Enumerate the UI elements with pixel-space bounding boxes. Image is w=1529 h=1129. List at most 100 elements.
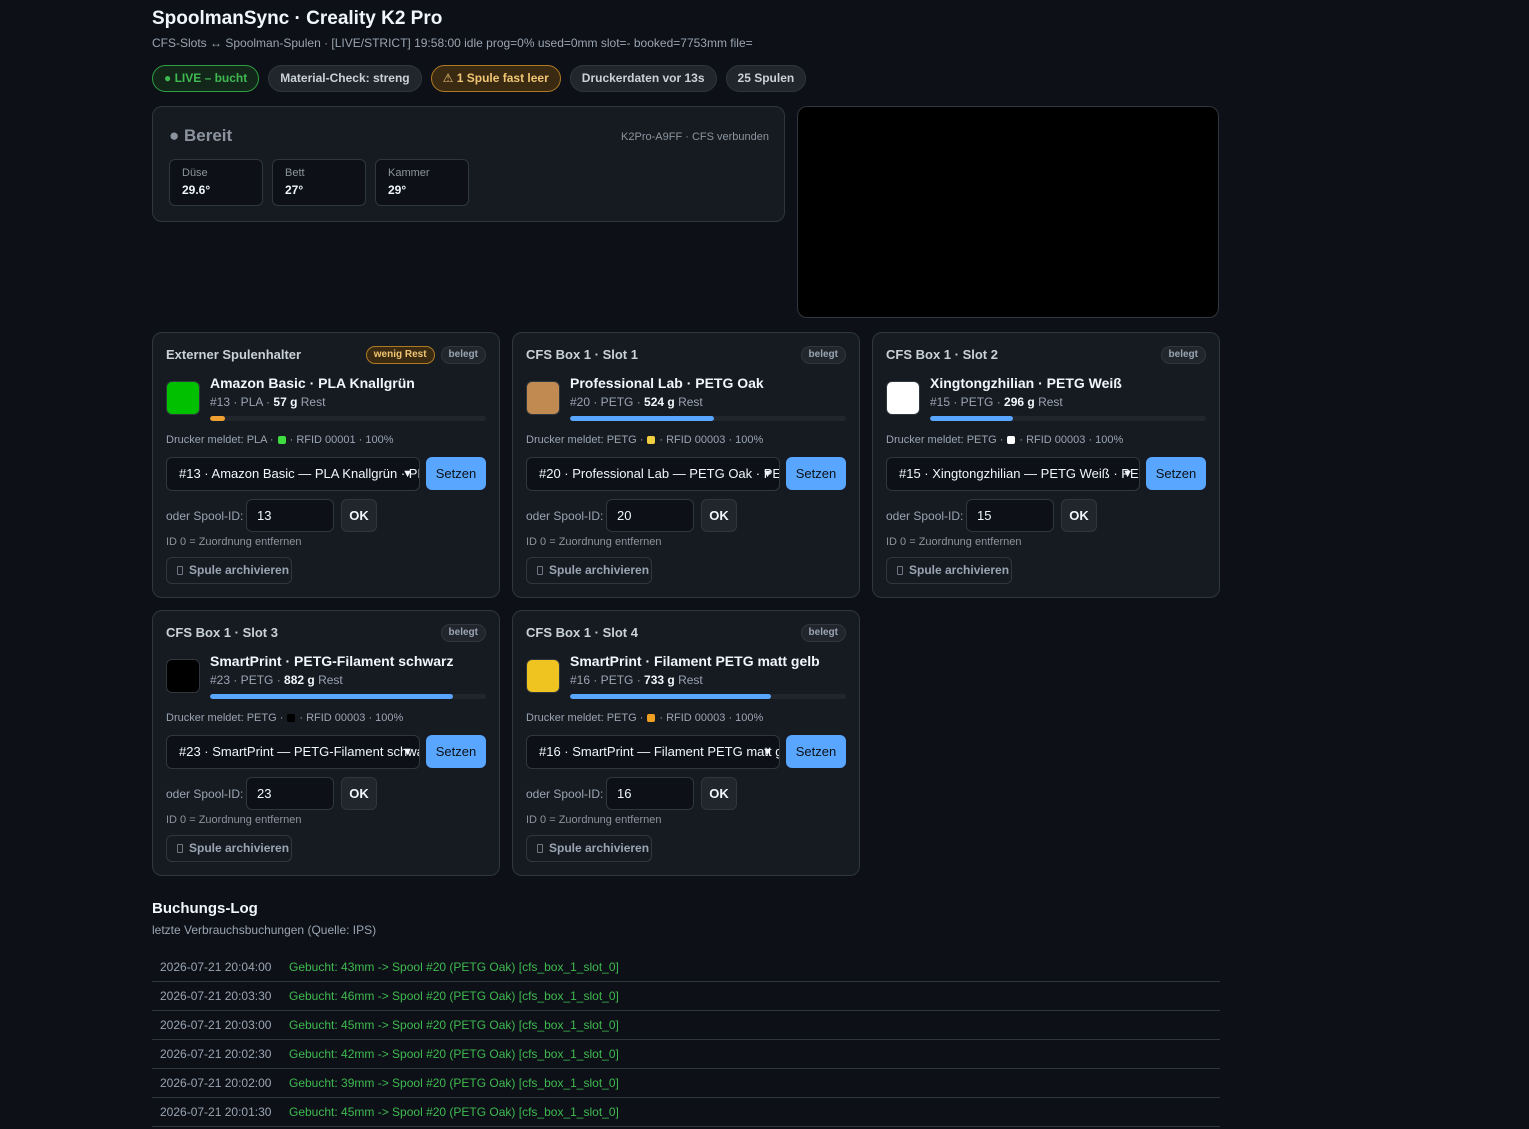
archive-label: Spule archivieren: [549, 841, 650, 855]
archive-spool-button[interactable]: Spule archivieren: [166, 835, 292, 862]
booking-log: 2026-07-21 20:04:00 Gebucht: 43mm -> Spoo…: [152, 953, 1220, 1127]
spool-id-ok-button[interactable]: OK: [341, 777, 377, 810]
spool-select[interactable]: #20 · Professional Lab — PETG Oak · PETG…: [526, 457, 780, 491]
rest-progress-bar: [930, 416, 1206, 421]
spool-id-ok-button[interactable]: OK: [701, 777, 737, 810]
archive-spool-button[interactable]: Spule archivieren: [886, 557, 1012, 584]
spool-select[interactable]: #15 · Xingtongzhilian — PETG Weiß · PETG…: [886, 457, 1140, 491]
printer-connection: K2Pro-A9FF · CFS verbunden: [621, 131, 769, 143]
set-spool-button[interactable]: Setzen: [1146, 457, 1206, 490]
spool-rest-weight: 57 g: [273, 395, 298, 409]
archive-label: Spule archivieren: [189, 841, 290, 855]
printer-report-rfid: · RFID 00003 · 100%: [659, 712, 764, 724]
printer-color-dot: [277, 436, 286, 444]
slot-title: CFS Box 1 · Slot 1: [526, 347, 638, 362]
log-time: 2026-07-21 20:02:00: [160, 1076, 272, 1090]
spool-select-value: #16 · SmartPrint — Filament PETG matt ge…: [539, 744, 779, 759]
printer-color-dot: [647, 436, 656, 444]
spool-id-ok-button[interactable]: OK: [341, 499, 377, 532]
set-spool-button[interactable]: Setzen: [786, 457, 846, 490]
slot-card: CFS Box 1 · Slot 2 belegt Xingtongzhilian …: [872, 332, 1220, 598]
rest-label: Rest: [300, 395, 326, 409]
archive-spool-button[interactable]: Spule archivieren: [166, 557, 292, 584]
spool-id-input[interactable]: 23: [246, 777, 334, 810]
spool-rest-weight: 296 g: [1004, 395, 1035, 409]
rest-label: Rest: [1038, 395, 1063, 409]
printer-data-age-pill: Druckerdaten vor 13s: [569, 65, 717, 92]
rest-label: Rest: [678, 673, 703, 687]
rest-progress-bar: [210, 694, 486, 699]
slot-badges: belegt: [1160, 346, 1206, 364]
archive-spool-button[interactable]: Spule archivieren: [526, 557, 652, 584]
spool-color-swatch: [526, 659, 560, 693]
slot-card: CFS Box 1 · Slot 3 belegt SmartPrint · PET…: [152, 610, 500, 876]
spool-id-label: oder Spool-ID:: [526, 787, 604, 801]
set-spool-button[interactable]: Setzen: [426, 457, 486, 490]
printer-color-dot: [1007, 436, 1016, 444]
chevron-down-icon: ▼: [762, 468, 773, 480]
temp-bed: Bett 27°: [272, 159, 366, 206]
printer-report: Drucker meldet: PETG · · RFID 00003 · 100…: [526, 712, 763, 724]
spool-select[interactable]: #16 · SmartPrint — Filament PETG matt ge…: [526, 735, 780, 769]
spool-id-hint: ID 0 = Zuordnung entfernen: [166, 536, 302, 548]
occupied-badge: belegt: [440, 624, 486, 642]
spool-select[interactable]: #23 · SmartPrint — PETG-Filament schwarz…: [166, 735, 420, 769]
chevron-down-icon: ▼: [762, 746, 773, 758]
temp-label: Düse: [182, 167, 208, 179]
printer-report: Drucker meldet: PETG · · RFID 00003 · 100…: [886, 434, 1123, 446]
spool-id-input[interactable]: 15: [966, 499, 1054, 532]
spool-id-label: oder Spool-ID:: [526, 509, 604, 523]
log-row: 2026-07-21 20:03:00 Gebucht: 45mm -> Spoo…: [152, 1011, 1220, 1040]
printer-color-dot: [287, 714, 296, 722]
slot-title: CFS Box 1 · Slot 4: [526, 625, 638, 640]
page-title: SpoolmanSync · Creality K2 Pro: [152, 8, 443, 29]
rest-label: Rest: [318, 673, 343, 687]
spool-select[interactable]: #13 · Amazon Basic — PLA Knallgrün · PLA…: [166, 457, 420, 491]
camera-view: [797, 106, 1219, 318]
spool-id-ok-button[interactable]: OK: [1061, 499, 1097, 532]
printer-report-rfid: · RFID 00001 · 100%: [289, 434, 394, 446]
temp-value: 29°: [388, 183, 407, 197]
occupied-badge: belegt: [800, 346, 846, 364]
spool-select-value: #15 · Xingtongzhilian — PETG Weiß · PETG: [899, 466, 1140, 481]
log-time: 2026-07-21 20:03:30: [160, 989, 272, 1003]
log-message: Gebucht: 45mm -> Spool #20 (PETG Oak) [c…: [289, 1018, 619, 1032]
spool-select-value: #20 · Professional Lab — PETG Oak · PETG: [539, 466, 780, 481]
spool-id-ok-button[interactable]: OK: [701, 499, 737, 532]
occupied-badge: belegt: [440, 346, 486, 364]
printer-status-card: ● Bereit K2Pro-A9FF · CFS verbunden Düse…: [152, 106, 785, 222]
log-time: 2026-07-21 20:02:30: [160, 1047, 272, 1061]
rest-progress-fill: [930, 416, 1013, 421]
spool-id-input[interactable]: 13: [246, 499, 334, 532]
material-check-pill: Material-Check: streng: [268, 65, 422, 92]
log-time: 2026-07-21 20:01:30: [160, 1105, 272, 1119]
printer-report: Drucker meldet: PETG · · RFID 00003 · 100…: [166, 712, 403, 724]
archive-spool-button[interactable]: Spule archivieren: [526, 835, 652, 862]
printer-state: ● Bereit: [169, 126, 233, 145]
trash-icon: [177, 844, 183, 853]
chevron-down-icon: ▼: [1122, 468, 1133, 480]
rest-progress-fill: [570, 694, 772, 699]
log-message: Gebucht: 46mm -> Spool #20 (PETG Oak) [c…: [289, 989, 619, 1003]
rest-label: Rest: [678, 395, 703, 409]
archive-label: Spule archivieren: [549, 563, 650, 577]
temp-label: Kammer: [388, 167, 430, 179]
slot-card: CFS Box 1 · Slot 1 belegt Professional Lab…: [512, 332, 860, 598]
set-spool-button[interactable]: Setzen: [786, 735, 846, 768]
spool-id-material: #15 · PETG ·: [930, 395, 1001, 409]
spool-id-input[interactable]: 20: [606, 499, 694, 532]
spool-info: #15 · PETG · 296 g Rest: [930, 395, 1063, 409]
spool-id-input[interactable]: 16: [606, 777, 694, 810]
log-row: 2026-07-21 20:02:30 Gebucht: 42mm -> Spoo…: [152, 1040, 1220, 1069]
spool-id-hint: ID 0 = Zuordnung entfernen: [526, 536, 662, 548]
rest-progress-bar: [570, 416, 846, 421]
rest-progress-fill: [570, 416, 714, 421]
temp-label: Bett: [285, 167, 305, 179]
set-spool-button[interactable]: Setzen: [426, 735, 486, 768]
temp-chamber: Kammer 29°: [375, 159, 469, 206]
log-title: Buchungs-Log: [152, 900, 258, 917]
printer-report-rfid: · RFID 00003 · 100%: [299, 712, 404, 724]
rest-progress-fill: [210, 416, 226, 421]
slot-card: CFS Box 1 · Slot 4 belegt SmartPrint · Fil…: [512, 610, 860, 876]
chevron-down-icon: ▼: [402, 468, 413, 480]
